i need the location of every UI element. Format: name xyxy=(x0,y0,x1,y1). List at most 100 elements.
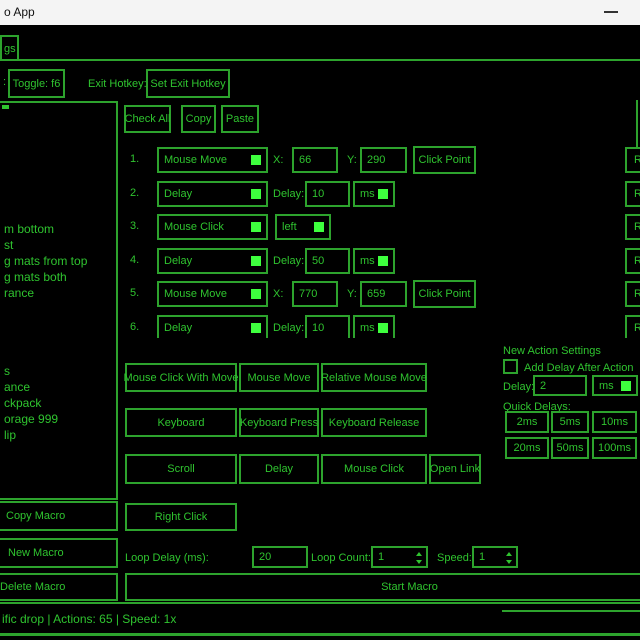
delay-input[interactable]: 10 xyxy=(305,315,350,338)
add-keyboard-release-button[interactable]: Keyboard Release xyxy=(321,408,427,437)
list-item[interactable] xyxy=(4,318,116,334)
x-label: X: xyxy=(273,153,283,167)
add-mouse-click-button[interactable]: Mouse Click xyxy=(321,454,427,484)
title-bar: o App xyxy=(0,0,640,25)
action-row: 3. Mouse Click left R xyxy=(120,214,640,242)
list-item[interactable] xyxy=(4,302,116,318)
action-type-select[interactable]: Mouse Move xyxy=(157,281,268,307)
minimize-icon[interactable] xyxy=(604,11,618,13)
list-item[interactable]: g mats both xyxy=(4,270,116,286)
nas-unit-select[interactable]: ms xyxy=(592,375,638,396)
list-item[interactable]: rance xyxy=(4,286,116,302)
action-type-select[interactable]: Mouse Move xyxy=(157,147,268,173)
macro-listbox[interactable]: m bottom st g mats from top g mats both … xyxy=(0,101,118,500)
add-keyboard-press-button[interactable]: Keyboard Press xyxy=(239,408,319,437)
list-item[interactable]: lip xyxy=(4,428,116,444)
quick-delay-10ms-button[interactable]: 10ms xyxy=(592,411,637,433)
exit-hotkey-label: Exit Hotkey: xyxy=(88,77,147,91)
unit-select[interactable]: ms xyxy=(353,315,395,338)
set-exit-hotkey-button[interactable]: Set Exit Hotkey xyxy=(146,69,230,98)
dropdown-square-icon xyxy=(314,222,324,232)
list-item[interactable]: m bottom xyxy=(4,222,116,238)
x-input[interactable]: 770 xyxy=(292,281,338,307)
list-item[interactable]: g mats from top xyxy=(4,254,116,270)
spinner-up-icon[interactable] xyxy=(416,552,422,556)
list-item[interactable]: ckpack xyxy=(4,396,116,412)
spinner-arrows[interactable] xyxy=(506,551,512,565)
add-scroll-button[interactable]: Scroll xyxy=(125,454,237,484)
remove-action-button[interactable]: R xyxy=(625,248,640,274)
quick-delay-5ms-button[interactable]: 5ms xyxy=(551,411,589,433)
add-mouse-move-button[interactable]: Mouse Move xyxy=(239,363,319,392)
start-macro-button[interactable]: Start Macro xyxy=(125,573,640,601)
check-all-button[interactable]: Check All xyxy=(124,105,171,133)
macro-app-window: o App gs : Toggle: f6 Exit Hotkey: Set E… xyxy=(0,0,640,640)
action-type-select[interactable]: Mouse Click xyxy=(157,214,268,240)
remove-action-button[interactable]: R xyxy=(625,147,640,173)
delay-input[interactable]: 50 xyxy=(305,248,350,274)
row-number: 2. xyxy=(130,187,139,199)
action-type-select[interactable]: Delay xyxy=(157,315,268,338)
action-type-select[interactable]: Delay xyxy=(157,248,268,274)
add-mouse-click-with-move-button[interactable]: Mouse Click With Move xyxy=(125,363,237,392)
x-input[interactable]: 66 xyxy=(292,147,338,173)
quick-delay-50ms-button[interactable]: 50ms xyxy=(551,437,589,459)
speed-spinner[interactable]: 1 xyxy=(472,546,518,568)
window-title: o App xyxy=(4,5,35,19)
add-relative-mouse-move-button[interactable]: Relative Mouse Move xyxy=(321,363,427,392)
list-item[interactable]: st xyxy=(4,238,116,254)
delay-input[interactable]: 10 xyxy=(305,181,350,207)
add-open-link-button[interactable]: Open Link xyxy=(429,454,481,484)
dropdown-square-icon xyxy=(251,155,261,165)
click-point-button[interactable]: Click Point xyxy=(413,280,476,308)
y-input[interactable]: 659 xyxy=(360,281,407,307)
quick-delay-100ms-button[interactable]: 100ms xyxy=(592,437,637,459)
quick-delay-2ms-button[interactable]: 2ms xyxy=(505,411,549,433)
copy-actions-button[interactable]: Copy xyxy=(181,105,216,133)
remove-action-button[interactable]: R xyxy=(625,281,640,307)
add-delay-after-action-checkbox[interactable] xyxy=(503,359,518,374)
list-item[interactable] xyxy=(4,334,116,350)
nas-delay-input[interactable]: 2 xyxy=(533,375,587,396)
remove-action-button[interactable]: R xyxy=(625,214,640,240)
new-macro-button[interactable]: New Macro xyxy=(0,538,118,568)
unit-select[interactable]: ms xyxy=(353,181,395,207)
status-bar-divider xyxy=(502,610,640,612)
list-item[interactable]: s xyxy=(4,364,116,380)
x-label: X: xyxy=(273,287,283,301)
quick-delay-20ms-button[interactable]: 20ms xyxy=(505,437,549,459)
list-item[interactable]: orage 999 xyxy=(4,412,116,428)
click-point-button[interactable]: Click Point xyxy=(413,146,476,174)
add-right-click-button[interactable]: Right Click xyxy=(125,503,237,531)
y-input[interactable]: 290 xyxy=(360,147,407,173)
loop-count-label: Loop Count: xyxy=(311,551,371,565)
action-row: 5. Mouse Move X: 770 Y: 659 Click Point … xyxy=(120,281,640,309)
dropdown-square-icon xyxy=(378,256,388,266)
new-action-settings-title: New Action Settings xyxy=(503,344,601,358)
toggle-hotkey-button[interactable]: Toggle: f6 xyxy=(8,69,65,98)
list-item[interactable]: ance xyxy=(4,380,116,396)
loop-delay-input[interactable]: 20 xyxy=(252,546,308,568)
spinner-down-icon[interactable] xyxy=(506,560,512,564)
remove-action-button[interactable]: R xyxy=(625,315,640,338)
dropdown-square-icon xyxy=(378,323,388,333)
y-label: Y: xyxy=(347,287,357,301)
tab-settings[interactable]: gs xyxy=(0,35,19,60)
loop-count-spinner[interactable]: 1 xyxy=(371,546,428,568)
add-delay-button[interactable]: Delay xyxy=(239,454,319,484)
mouse-button-select[interactable]: left xyxy=(275,214,331,240)
add-keyboard-button[interactable]: Keyboard xyxy=(125,408,237,437)
copy-macro-button[interactable]: Copy Macro xyxy=(0,501,118,531)
spinner-up-icon[interactable] xyxy=(506,552,512,556)
delay-label: Delay: xyxy=(273,187,304,201)
loop-delay-label: Loop Delay (ms): xyxy=(125,551,209,565)
action-row: 1. Mouse Move X: 66 Y: 290 Click Point R xyxy=(120,147,640,175)
unit-select[interactable]: ms xyxy=(353,248,395,274)
spinner-arrows[interactable] xyxy=(416,551,422,565)
delete-macro-button[interactable]: Delete Macro xyxy=(0,573,118,601)
hotkey-cut-label: : xyxy=(3,75,6,89)
spinner-down-icon[interactable] xyxy=(416,560,422,564)
paste-actions-button[interactable]: Paste xyxy=(221,105,259,133)
remove-action-button[interactable]: R xyxy=(625,181,640,207)
action-type-select[interactable]: Delay xyxy=(157,181,268,207)
